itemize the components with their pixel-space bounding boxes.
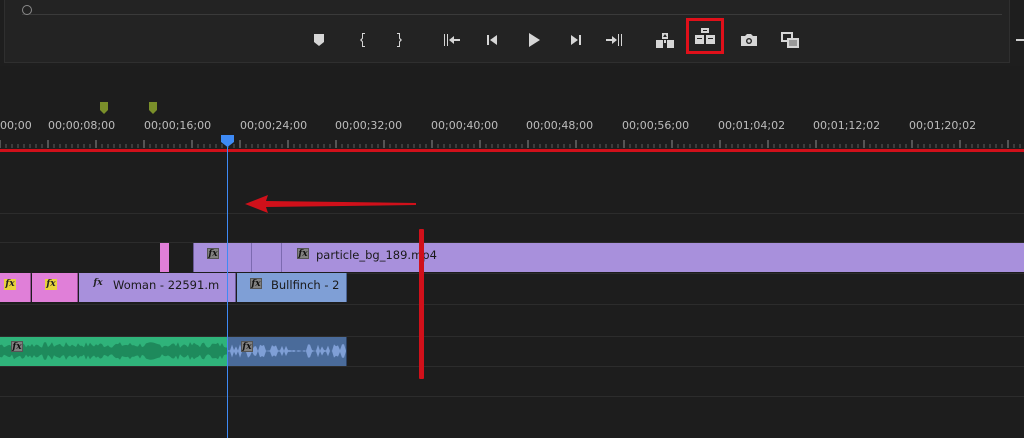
play-icon [529,33,540,47]
work-area-bar[interactable] [0,149,1024,152]
track-divider [0,304,1024,305]
audio-waveform [0,342,228,360]
extract-button[interactable] [686,18,724,54]
pink-clip[interactable]: fx [32,273,78,302]
go-to-in-button[interactable] [441,29,463,51]
ruler-timecode: 00;00;56;00 [622,119,690,132]
play-button[interactable] [523,29,545,51]
track-divider [0,396,1024,397]
ruler-timecode: 00;00;08;00 [48,119,116,132]
playhead-handle[interactable] [221,135,234,147]
lift-button[interactable] [654,29,676,51]
ruler-timecode: 00;00;32;00 [335,119,403,132]
clip-label: Bullfinch - 2 [271,278,340,292]
monitor-panel [4,0,1010,63]
time-ruler[interactable] [0,140,1024,148]
go-to-in-icon [444,34,460,46]
fx-badge[interactable]: fx [92,278,104,289]
ruler-timecode: 00;01;20;02 [909,119,977,132]
extract-icon [695,28,715,44]
marker-icon [314,34,324,46]
left-arrow-annotation [245,195,416,213]
playhead-line[interactable] [227,140,228,438]
track-divider [0,213,1024,214]
export-frame-button[interactable] [738,29,760,51]
panel-menu-dash[interactable] [1016,39,1024,41]
ruler-timecode: 00;00;48;00 [526,119,594,132]
vertical-bar-annotation [419,229,424,379]
fx-badge[interactable]: fx [297,248,309,259]
fx-badge[interactable]: fx [11,341,23,352]
woman-clip[interactable]: fx Woman - 22591.m [79,273,236,302]
program-monitor [0,0,1024,66]
mark-out-button[interactable] [388,29,410,51]
fx-badge[interactable]: fx [250,278,262,289]
sequence-marker[interactable] [149,102,157,114]
audio-clip[interactable]: fx [228,337,347,366]
ruler-timecode: 00;00;24;00 [240,119,308,132]
clip-label: Woman - 22591.m [113,278,220,292]
go-to-out-button[interactable] [603,29,625,51]
step-back-button[interactable] [481,29,503,51]
playback-scrub-track[interactable] [22,14,1002,15]
pink-clip[interactable]: fx [0,273,31,302]
mark-out-icon [397,33,402,47]
step-back-icon [487,35,497,45]
clip-edit-line [281,243,282,272]
lift-icon [656,33,674,48]
ruler-timecode: 00;00 [0,119,32,132]
pink-clip[interactable] [160,243,169,272]
track-divider [0,366,1024,367]
fx-badge[interactable]: fx [4,279,16,290]
clip-edit-line [251,243,252,272]
add-marker-button[interactable] [308,29,330,51]
sequence-timeline: 00;00 00;00;08;00 00;00;16;00 00;00;24;0… [0,66,1024,438]
particle-clip[interactable]: fx fx particle_bg_189.mp4 [193,243,1024,272]
audio-clip[interactable]: fx [0,337,228,366]
ruler-timecode: 00;01;04;02 [718,119,786,132]
comparison-view-button[interactable] [779,29,801,51]
fx-badge[interactable]: fx [45,279,57,290]
fx-badge[interactable]: fx [241,341,253,352]
mark-in-icon [360,33,365,47]
ruler-timecode: 00;00;16;00 [144,119,212,132]
go-to-out-icon [606,34,622,46]
step-forward-button[interactable] [565,29,587,51]
ruler-timecode: 00;01;12;02 [813,119,881,132]
bullfinch-clip[interactable]: fx Bullfinch - 2 [237,273,347,302]
sequence-marker[interactable] [100,102,108,114]
ruler-timecode: 00;00;40;00 [431,119,499,132]
playhead-scrub-knob[interactable] [22,5,32,15]
comparison-view-icon [781,32,799,48]
camera-icon [741,34,757,46]
fx-badge[interactable]: fx [207,248,219,259]
mark-in-button[interactable] [352,29,374,51]
step-forward-icon [571,35,581,45]
